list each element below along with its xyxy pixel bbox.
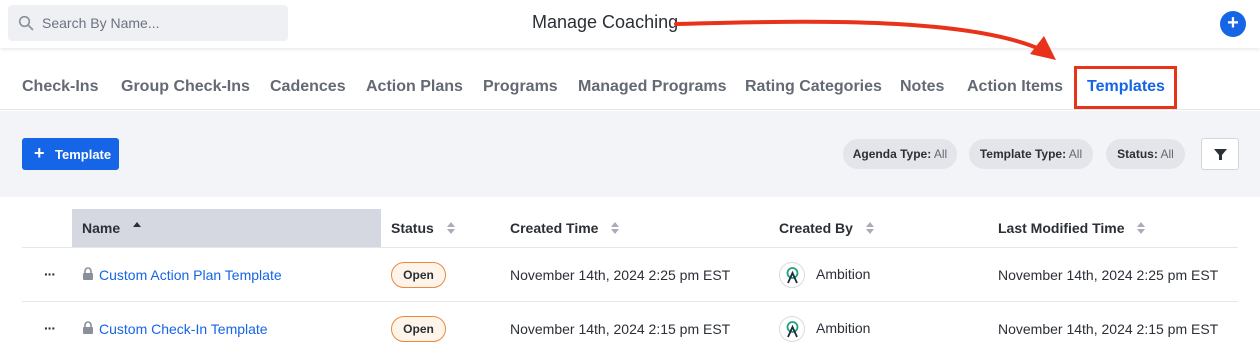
created-time: November 14th, 2024 2:25 pm EST	[510, 267, 731, 283]
avatar	[779, 262, 805, 288]
column-label: Created Time	[510, 220, 599, 236]
tab-group-check-ins[interactable]: Group Check-Ins	[121, 78, 250, 96]
created-by: Ambition	[816, 266, 871, 282]
filter-icon	[1214, 149, 1227, 160]
search-icon	[18, 15, 34, 31]
template-name-link[interactable]: Custom Check-In Template	[99, 321, 268, 337]
search-placeholder: Search By Name...	[42, 15, 160, 31]
status-badge: Open	[391, 262, 446, 288]
sort-icon	[446, 222, 455, 235]
template-type-filter[interactable]: Template Type: All	[969, 139, 1093, 169]
filter-value: All	[933, 147, 948, 161]
created-time: November 14th, 2024 2:15 pm EST	[510, 321, 731, 337]
header-divider	[22, 247, 1238, 248]
search-input[interactable]: Search By Name...	[8, 5, 288, 41]
status-filter[interactable]: Status: All	[1106, 139, 1185, 169]
tab-action-items[interactable]: Action Items	[967, 78, 1063, 96]
avatar	[779, 316, 805, 342]
filter-label: Template Type:	[979, 147, 1067, 161]
ambition-logo-icon	[786, 267, 799, 284]
tab-bar: Check-Ins Group Check-Ins Cadences Actio…	[0, 60, 1260, 110]
column-header-name[interactable]: Name	[72, 209, 381, 247]
filter-button[interactable]	[1201, 138, 1239, 170]
add-button[interactable]: +	[1220, 11, 1246, 37]
tab-rating-categories[interactable]: Rating Categories	[745, 78, 882, 96]
tab-programs[interactable]: Programs	[483, 78, 558, 96]
filter-value: All	[1068, 147, 1083, 161]
sort-asc-icon	[133, 222, 142, 228]
filter-label: Agenda Type:	[852, 147, 932, 161]
plus-icon: +	[34, 143, 45, 163]
filter-value: All	[1160, 147, 1174, 161]
ambition-logo-icon	[786, 321, 799, 338]
filter-label: Status:	[1117, 147, 1158, 161]
column-header-created-by[interactable]: Created By	[779, 209, 875, 247]
tab-check-ins[interactable]: Check-Ins	[22, 78, 98, 96]
page-title: Manage Coaching	[532, 12, 679, 32]
column-header-last-modified-time[interactable]: Last Modified Time	[998, 209, 1146, 247]
annotation-highlight-box	[1074, 66, 1177, 109]
sort-icon	[865, 222, 874, 235]
last-modified-time: November 14th, 2024 2:25 pm EST	[998, 267, 1219, 283]
tab-notes[interactable]: Notes	[900, 78, 944, 96]
column-header-created-time[interactable]: Created Time	[510, 209, 620, 247]
column-label: Created By	[779, 220, 853, 236]
status-badge: Open	[391, 316, 446, 342]
agenda-type-filter[interactable]: Agenda Type: All	[843, 139, 957, 169]
top-bar: Search By Name... Manage Coaching +	[0, 0, 1260, 48]
toolbar: + Template Agenda Type: All Template Typ…	[0, 111, 1260, 197]
created-by: Ambition	[816, 320, 871, 336]
lock-icon	[83, 321, 93, 334]
column-header-status[interactable]: Status	[391, 209, 456, 247]
lock-icon	[83, 267, 93, 280]
row-actions-button[interactable]: ···	[44, 320, 56, 336]
last-modified-time: November 14th, 2024 2:15 pm EST	[998, 321, 1219, 337]
sort-icon	[611, 222, 620, 235]
row-actions-button[interactable]: ···	[44, 266, 56, 282]
tab-managed-programs[interactable]: Managed Programs	[578, 78, 726, 96]
sort-icon	[1137, 222, 1146, 235]
column-label: Name	[82, 220, 121, 236]
template-name-link[interactable]: Custom Action Plan Template	[99, 267, 282, 283]
add-template-button[interactable]: + Template	[22, 138, 119, 170]
column-label: Last Modified Time	[998, 220, 1125, 236]
add-template-label: Template	[55, 147, 112, 162]
column-label: Status	[391, 220, 434, 236]
tab-cadences[interactable]: Cadences	[270, 78, 346, 96]
row-divider	[22, 301, 1238, 302]
tab-action-plans[interactable]: Action Plans	[366, 78, 463, 96]
